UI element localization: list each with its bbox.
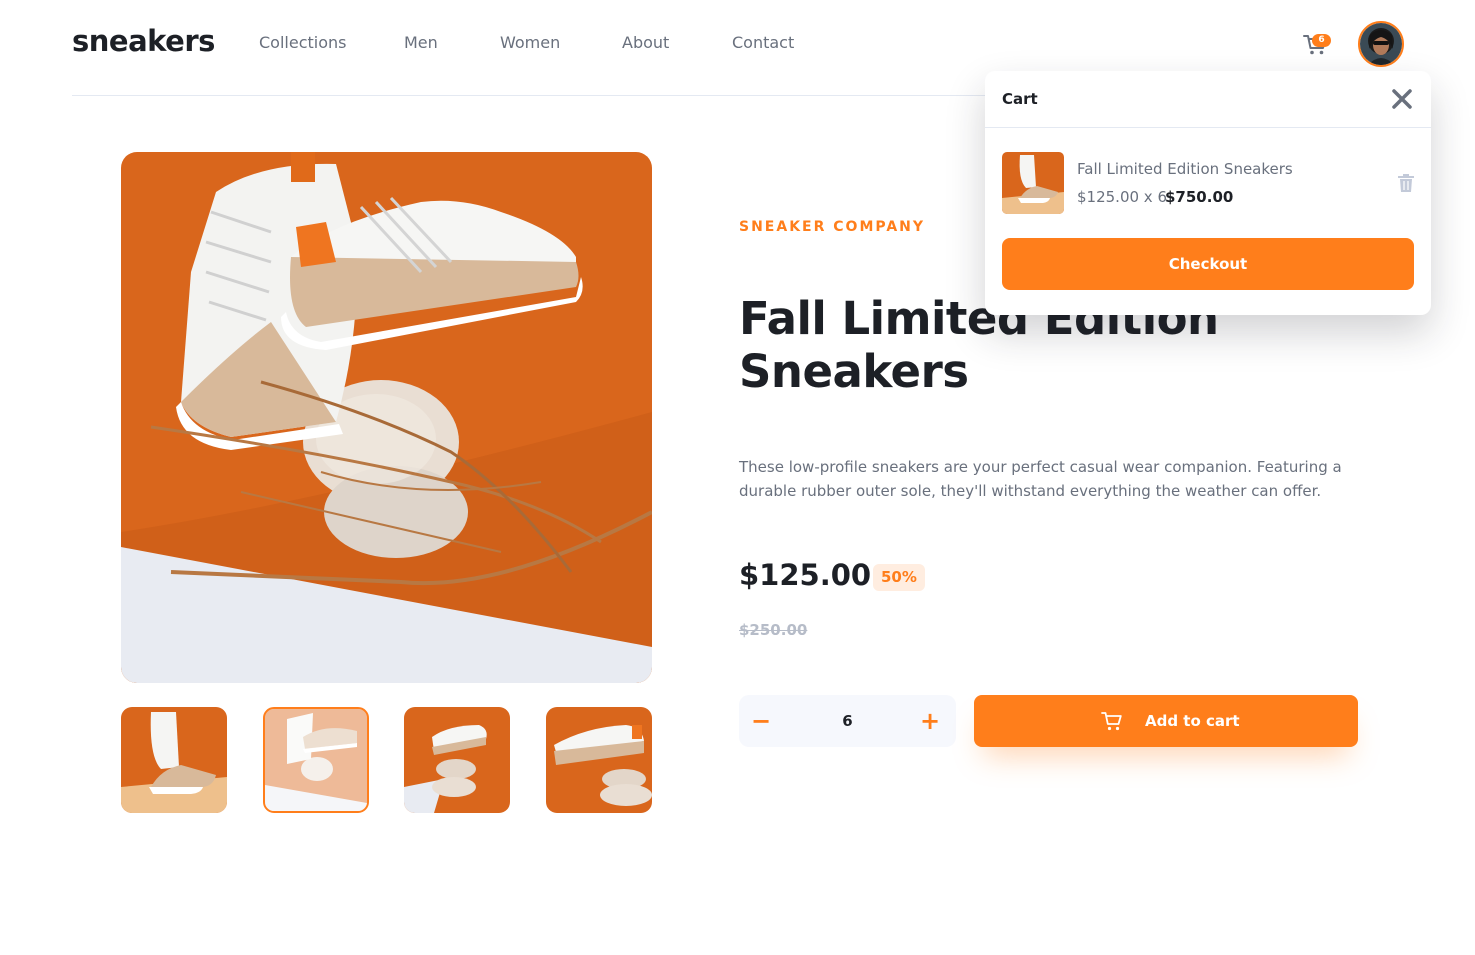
thumbnail-image (265, 709, 367, 811)
thumbnail-4[interactable] (546, 707, 652, 813)
increase-quantity-button[interactable]: + (908, 695, 952, 747)
cart-item-image (1002, 152, 1064, 214)
cart-item-total: $750.00 (1165, 188, 1234, 206)
cart-count-badge: 6 (1312, 34, 1331, 47)
thumbnail-image (404, 707, 510, 813)
company-name: SNEAKER COMPANY (739, 219, 926, 235)
decrease-quantity-button[interactable]: − (739, 695, 783, 747)
logo[interactable]: sneakers (72, 24, 215, 58)
checkout-button[interactable]: Checkout (1002, 238, 1414, 290)
discount-badge: 50% (873, 564, 925, 591)
nav-link-contact[interactable]: Contact (732, 33, 794, 52)
original-price: $250.00 (739, 621, 808, 639)
product-description: These low-profile sneakers are your perf… (739, 458, 1342, 500)
trash-icon (1398, 174, 1414, 192)
thumbnail-image (546, 707, 652, 813)
close-cart-button[interactable] (1391, 88, 1413, 110)
thumbnail-1[interactable] (121, 707, 227, 813)
delete-item-button[interactable] (1398, 174, 1414, 192)
thumbnail-2[interactable] (263, 707, 369, 813)
add-to-cart-button[interactable]: Add to cart (974, 695, 1358, 747)
cart-item-unit-price: $125.00 x 6 (1077, 188, 1167, 206)
cart-title: Cart (1002, 90, 1038, 108)
quantity-stepper: − 6 + (739, 695, 956, 747)
cart-header: Cart (985, 71, 1431, 128)
thumbnail-3[interactable] (404, 707, 510, 813)
avatar[interactable] (1358, 21, 1404, 67)
nav-link-about[interactable]: About (622, 33, 669, 52)
thumbnail-image (121, 707, 227, 813)
sneaker-photo (121, 152, 652, 683)
product-main-image[interactable] (121, 152, 652, 683)
cart-item-name: Fall Limited Edition Sneakers (1077, 160, 1293, 178)
nav-link-collections[interactable]: Collections (259, 33, 346, 52)
cart-dropdown: Cart Fall Limited Edition Sneakers $125.… (985, 71, 1431, 315)
cart-icon (1101, 712, 1122, 731)
nav-link-men[interactable]: Men (404, 33, 438, 52)
quantity-value: 6 (842, 712, 853, 730)
close-icon (1392, 89, 1412, 109)
current-price: $125.00 (739, 558, 872, 592)
nav-link-women[interactable]: Women (500, 33, 560, 52)
cart-item-thumbnail (1002, 152, 1064, 214)
add-to-cart-label: Add to cart (1145, 712, 1240, 730)
user-avatar-image (1360, 23, 1402, 65)
